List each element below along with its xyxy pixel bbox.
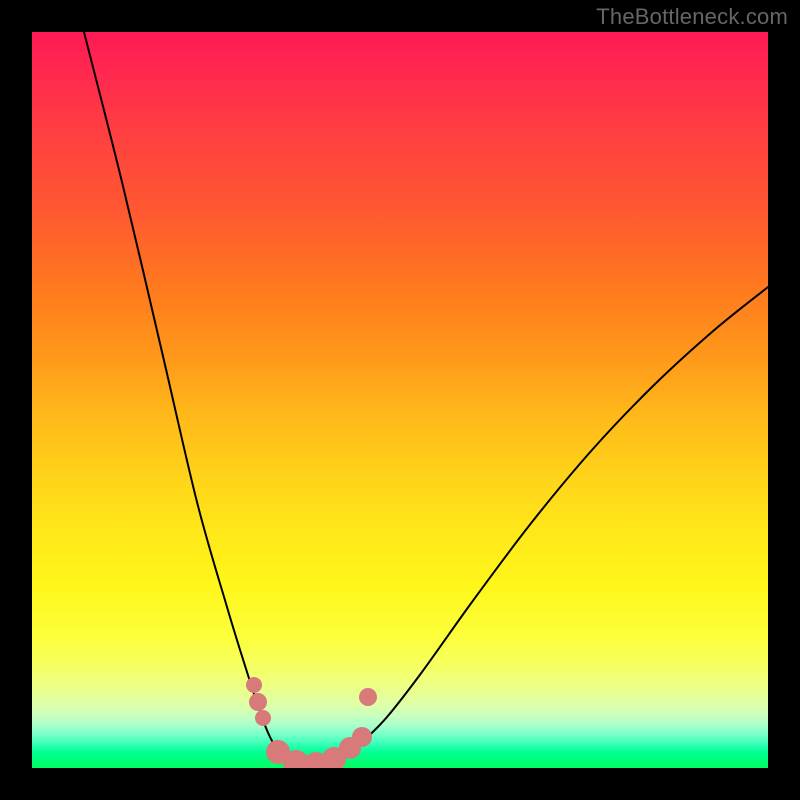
data-marker <box>255 710 271 726</box>
data-marker <box>249 693 267 711</box>
watermark-text: TheBottleneck.com <box>596 4 788 30</box>
data-marker <box>246 677 262 693</box>
data-marker <box>359 688 377 706</box>
plot-area <box>32 32 768 768</box>
data-marker <box>352 727 372 747</box>
right-curve <box>308 287 768 768</box>
curves-layer <box>32 32 768 768</box>
chart-frame: TheBottleneck.com <box>0 0 800 800</box>
left-curve <box>84 32 308 768</box>
curve-markers <box>246 677 377 768</box>
